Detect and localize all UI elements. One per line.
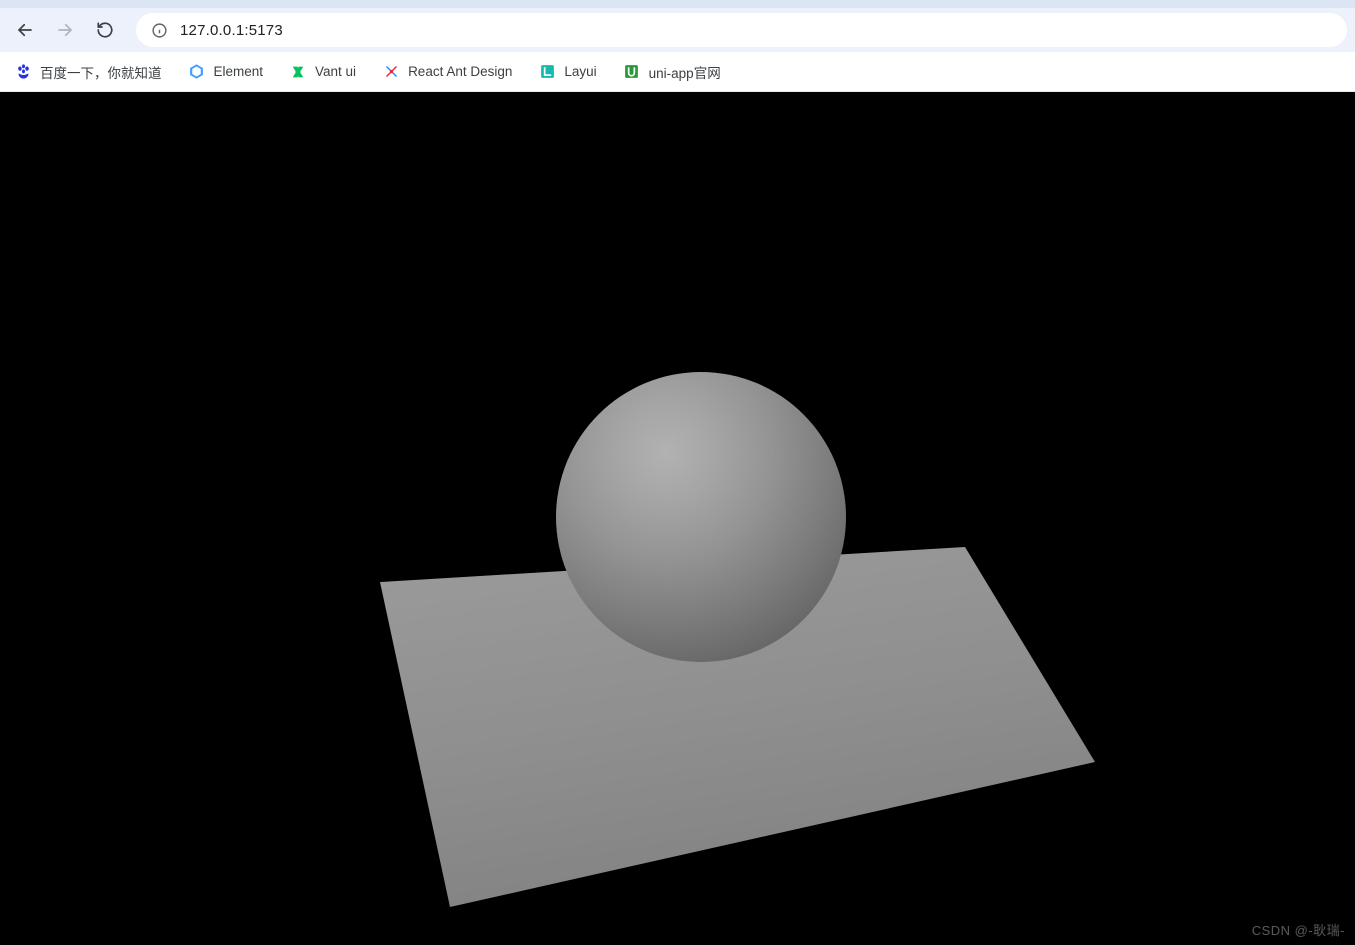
webgl-viewport[interactable]: CSDN @-耿瑞-	[0, 92, 1355, 945]
bookmark-element[interactable]: Element	[188, 63, 264, 81]
reload-button[interactable]	[88, 13, 122, 47]
bookmark-label: 百度一下，你就知道	[40, 62, 162, 82]
bookmark-antd[interactable]: React Ant Design	[382, 63, 512, 81]
address-bar[interactable]: 127.0.0.1:5173	[136, 13, 1347, 47]
bookmark-baidu[interactable]: 百度一下，你就知道	[14, 62, 162, 82]
bookmark-label: Layui	[564, 64, 596, 79]
reload-icon	[96, 21, 114, 39]
uniapp-icon	[623, 63, 641, 81]
bookmark-label: Element	[214, 64, 264, 79]
bookmark-uniapp[interactable]: uni-app官网	[623, 62, 721, 82]
browser-toolbar: 127.0.0.1:5173	[0, 8, 1355, 52]
url-text: 127.0.0.1:5173	[180, 22, 283, 39]
tab-strip	[0, 0, 1355, 8]
baidu-icon	[14, 63, 32, 81]
arrow-right-icon	[56, 21, 74, 39]
vant-icon	[289, 63, 307, 81]
antd-icon	[382, 63, 400, 81]
bookmarks-bar: 百度一下，你就知道 Element Vant ui React Ant Desi…	[0, 52, 1355, 92]
sphere-mesh	[556, 372, 846, 662]
bookmark-label: Vant ui	[315, 64, 356, 79]
bookmark-layui[interactable]: Layui	[538, 63, 596, 81]
site-info-icon[interactable]	[150, 21, 168, 39]
bookmark-label: uni-app官网	[649, 62, 721, 82]
bookmark-vant[interactable]: Vant ui	[289, 63, 356, 81]
layui-icon	[538, 63, 556, 81]
back-button[interactable]	[8, 13, 42, 47]
element-icon	[188, 63, 206, 81]
watermark: CSDN @-耿瑞-	[1252, 920, 1345, 939]
forward-button[interactable]	[48, 13, 82, 47]
arrow-left-icon	[16, 21, 34, 39]
bookmark-label: React Ant Design	[408, 64, 512, 79]
